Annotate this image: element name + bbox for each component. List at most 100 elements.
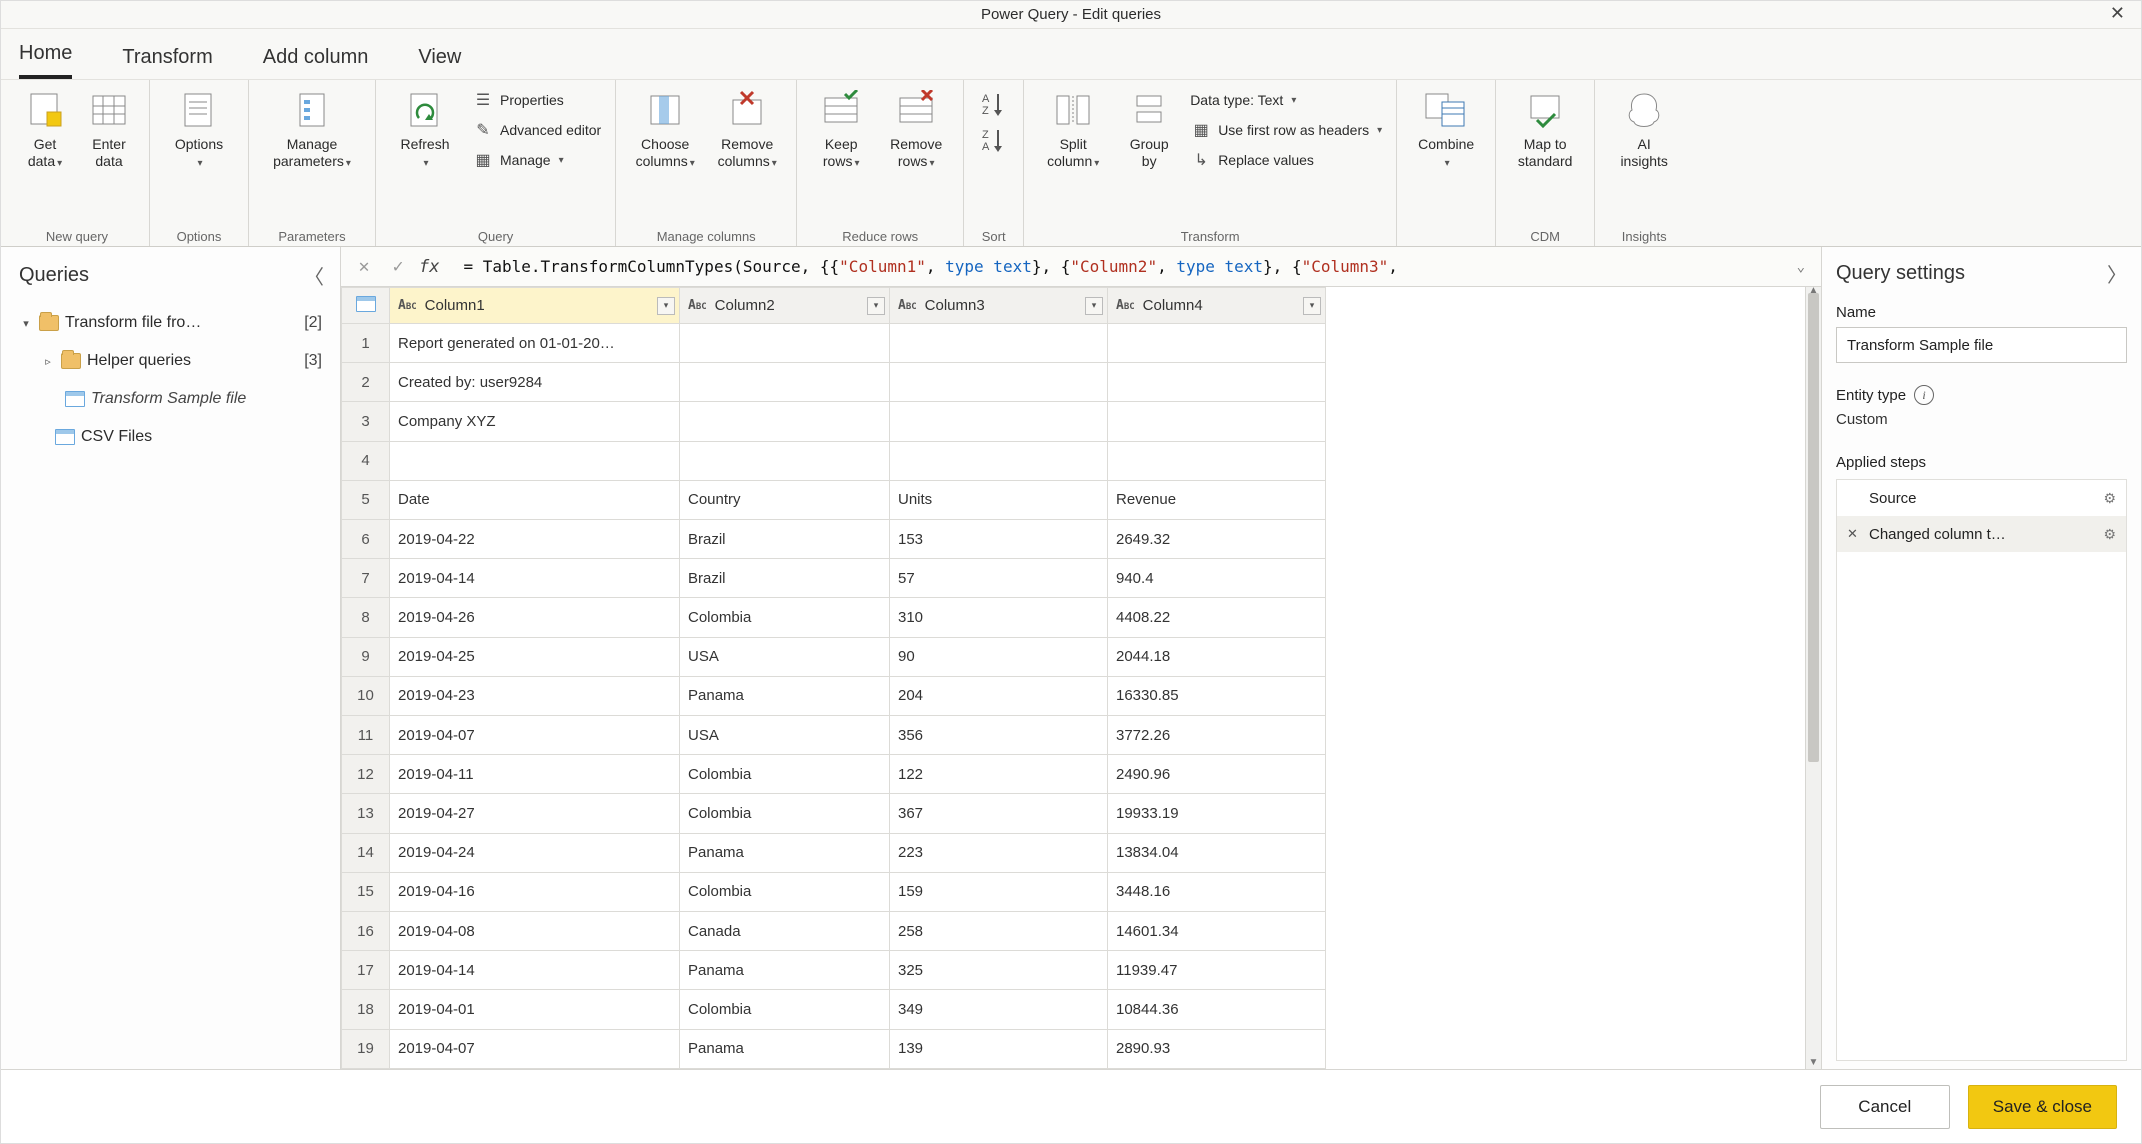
refresh-button[interactable]: Refresh▾: [384, 82, 466, 172]
advanced-editor-button[interactable]: ✎ Advanced editor: [472, 116, 601, 144]
table-row[interactable]: 192019-04-07Panama1392890.93: [342, 1029, 1326, 1068]
row-number[interactable]: 14: [342, 833, 390, 872]
row-number[interactable]: 2: [342, 363, 390, 402]
table-row[interactable]: 3Company XYZ: [342, 402, 1326, 441]
cell[interactable]: Created by: user9284: [390, 363, 680, 402]
cell[interactable]: 11939.47: [1108, 951, 1326, 990]
cell[interactable]: 258: [890, 912, 1108, 951]
row-number[interactable]: 1: [342, 324, 390, 363]
cell[interactable]: [890, 441, 1108, 480]
cell[interactable]: Panama: [680, 676, 890, 715]
tab-view[interactable]: View: [418, 46, 461, 79]
sort-desc-button[interactable]: ZA: [980, 126, 1008, 154]
table-row[interactable]: 122019-04-11Colombia1222490.96: [342, 755, 1326, 794]
combine-button[interactable]: Combine▾: [1405, 82, 1487, 172]
cell[interactable]: 4408.22: [1108, 598, 1326, 637]
column-header-2[interactable]: ABC Column2 ▾: [680, 288, 890, 324]
cell[interactable]: [390, 441, 680, 480]
collapse-queries-icon[interactable]: 〈: [304, 261, 324, 290]
vertical-scrollbar[interactable]: ▲ ▼: [1805, 287, 1821, 1069]
tree-item-helper-queries[interactable]: ▹ Helper queries [3]: [13, 342, 336, 380]
tree-expand-icon[interactable]: ▹: [41, 355, 55, 368]
cell[interactable]: 2019-04-01: [390, 990, 680, 1029]
cancel-button[interactable]: Cancel: [1820, 1085, 1950, 1129]
cell[interactable]: Revenue: [1108, 480, 1326, 519]
ai-insights-button[interactable]: AI insights: [1603, 82, 1685, 172]
tree-item-csv-files[interactable]: CSV Files: [13, 418, 336, 456]
cell[interactable]: 13834.04: [1108, 833, 1326, 872]
split-column-button[interactable]: Split column▾: [1032, 82, 1114, 172]
cell[interactable]: [680, 441, 890, 480]
table-row[interactable]: 5DateCountryUnitsRevenue: [342, 480, 1326, 519]
cell[interactable]: Panama: [680, 1029, 890, 1068]
cell[interactable]: 2019-04-07: [390, 1029, 680, 1068]
table-row[interactable]: 62019-04-22Brazil1532649.32: [342, 520, 1326, 559]
column-filter-button[interactable]: ▾: [657, 297, 675, 315]
cell[interactable]: Colombia: [680, 990, 890, 1029]
cell[interactable]: [680, 363, 890, 402]
table-row[interactable]: 2Created by: user9284: [342, 363, 1326, 402]
cell[interactable]: Company XYZ: [390, 402, 680, 441]
table-row[interactable]: 92019-04-25USA902044.18: [342, 637, 1326, 676]
save-close-button[interactable]: Save & close: [1968, 1085, 2117, 1129]
cell[interactable]: 14601.34: [1108, 912, 1326, 951]
tree-item-transform-sample[interactable]: Transform Sample file: [13, 380, 336, 418]
gear-icon[interactable]: ⚙: [2103, 526, 2116, 543]
cell[interactable]: USA: [680, 716, 890, 755]
row-number[interactable]: 16: [342, 912, 390, 951]
table-row[interactable]: 132019-04-27Colombia36719933.19: [342, 794, 1326, 833]
cell[interactable]: Colombia: [680, 794, 890, 833]
table-row[interactable]: 162019-04-08Canada25814601.34: [342, 912, 1326, 951]
row-number[interactable]: 6: [342, 520, 390, 559]
row-number[interactable]: 17: [342, 951, 390, 990]
map-to-standard-button[interactable]: Map to standard: [1504, 82, 1586, 172]
cell[interactable]: 2019-04-25: [390, 637, 680, 676]
cell[interactable]: 90: [890, 637, 1108, 676]
cell[interactable]: 940.4: [1108, 559, 1326, 598]
cell[interactable]: 3448.16: [1108, 872, 1326, 911]
choose-columns-button[interactable]: Choose columns▾: [624, 82, 706, 172]
cell[interactable]: Colombia: [680, 598, 890, 637]
sort-asc-button[interactable]: AZ: [980, 90, 1008, 118]
row-number[interactable]: 7: [342, 559, 390, 598]
properties-button[interactable]: ☰ Properties: [472, 86, 601, 114]
cell[interactable]: 2019-04-26: [390, 598, 680, 637]
cell[interactable]: [680, 402, 890, 441]
cell[interactable]: 356: [890, 716, 1108, 755]
cell[interactable]: 2019-04-08: [390, 912, 680, 951]
cell[interactable]: 2490.96: [1108, 755, 1326, 794]
cell[interactable]: Colombia: [680, 872, 890, 911]
column-header-3[interactable]: ABC Column3 ▾: [890, 288, 1108, 324]
cell[interactable]: [680, 324, 890, 363]
remove-rows-button[interactable]: Remove rows▾: [877, 82, 955, 172]
table-row[interactable]: 172019-04-14Panama32511939.47: [342, 951, 1326, 990]
cell[interactable]: 2019-04-23: [390, 676, 680, 715]
enter-data-button[interactable]: Enter data: [77, 82, 141, 172]
row-number[interactable]: 15: [342, 872, 390, 911]
cell[interactable]: 2019-04-14: [390, 559, 680, 598]
cell[interactable]: [1108, 441, 1326, 480]
cell[interactable]: Canada: [680, 912, 890, 951]
cell[interactable]: 349: [890, 990, 1108, 1029]
remove-columns-button[interactable]: Remove columns▾: [706, 82, 788, 172]
replace-values-button[interactable]: ↳ Replace values: [1190, 146, 1382, 174]
column-header-4[interactable]: ABC Column4 ▾: [1108, 288, 1326, 324]
column-header-1[interactable]: ABC Column1 ▾: [390, 288, 680, 324]
cell[interactable]: 19933.19: [1108, 794, 1326, 833]
cell[interactable]: USA: [680, 637, 890, 676]
table-row[interactable]: 182019-04-01Colombia34910844.36: [342, 990, 1326, 1029]
close-button[interactable]: ✕: [2102, 3, 2133, 24]
column-filter-button[interactable]: ▾: [1085, 297, 1103, 315]
table-row[interactable]: 72019-04-14Brazil57940.4: [342, 559, 1326, 598]
table-row[interactable]: 112019-04-07USA3563772.26: [342, 716, 1326, 755]
cell[interactable]: 139: [890, 1029, 1108, 1068]
manage-parameters-button[interactable]: Manage parameters▾: [257, 82, 367, 172]
keep-rows-button[interactable]: Keep rows▾: [805, 82, 877, 172]
step-changed-column-type[interactable]: ✕ Changed column t… ⚙: [1837, 516, 2126, 552]
cell[interactable]: 153: [890, 520, 1108, 559]
cell[interactable]: 2019-04-27: [390, 794, 680, 833]
table-row[interactable]: 82019-04-26Colombia3104408.22: [342, 598, 1326, 637]
cell[interactable]: Date: [390, 480, 680, 519]
tree-expand-icon[interactable]: ▾: [19, 317, 33, 330]
cell[interactable]: 367: [890, 794, 1108, 833]
